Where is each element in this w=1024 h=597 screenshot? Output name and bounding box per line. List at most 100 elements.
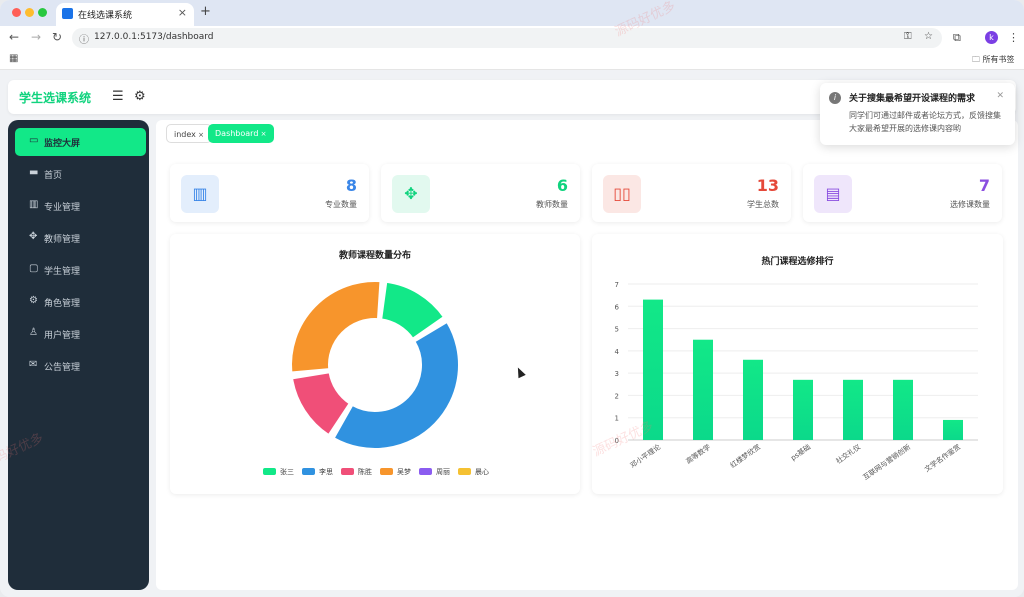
password-key-icon[interactable]: ⚿ — [904, 31, 912, 42]
bar[interactable] — [793, 379, 813, 440]
sidebar-item[interactable]: ▬ 首页 — [15, 160, 146, 188]
bookmark-star-icon[interactable]: ☆ — [924, 31, 933, 42]
stat-label: 专业数量 — [325, 200, 357, 209]
favicon-icon — [62, 8, 73, 19]
settings-gear-icon[interactable]: ⚙ — [134, 89, 146, 104]
site-info-icon[interactable]: ⓘ — [79, 31, 89, 46]
route-tag[interactable]: index × — [166, 124, 212, 143]
move-icon: ✥ — [29, 231, 38, 242]
popular-course-bar-card: 热门课程选修排行 0 1 2 3 4 5 6 7 邓小平理论 高等数学 红楼梦欣赏 ps基础 社交礼仪互… — [592, 234, 1003, 494]
book-icon: ▯▯ — [603, 175, 641, 213]
bar[interactable] — [693, 339, 713, 440]
all-bookmarks-link[interactable]: 🗀 所有书签 — [972, 54, 1015, 68]
pie-slice[interactable] — [332, 320, 460, 450]
gear-icon: ⚙ — [29, 295, 38, 306]
profile-avatar[interactable]: k — [985, 31, 998, 44]
close-tab-icon[interactable]: × — [178, 6, 187, 19]
y-tick-label: 2 — [615, 392, 619, 400]
stat-label: 教师数量 — [536, 200, 568, 209]
info-icon: i — [829, 92, 841, 104]
sidebar-item[interactable]: ▭ 监控大屏 — [15, 128, 146, 156]
bar[interactable] — [893, 379, 913, 440]
bar[interactable] — [743, 359, 763, 440]
minimize-window-button[interactable] — [25, 8, 34, 17]
x-tick-label: 社交礼仪 — [834, 442, 862, 465]
back-icon[interactable]: ← — [9, 30, 19, 44]
sidebar-item-label: 监控大屏 — [44, 139, 81, 149]
legend-swatch — [380, 468, 393, 475]
x-tick-label: 高等数学 — [684, 442, 712, 465]
legend-label: 晨心 — [475, 468, 489, 476]
route-tag[interactable]: Dashboard × — [208, 124, 274, 143]
sidebar-item-label: 学生管理 — [44, 267, 81, 277]
reload-icon[interactable]: ↻ — [52, 30, 62, 44]
stat-label: 学生总数 — [747, 200, 779, 209]
stat-value: 7 — [978, 176, 990, 195]
apps-grid-icon[interactable]: ▦ — [9, 53, 18, 64]
sidebar: ▭ 监控大屏 ▬ 首页 ▥ 专业管理 ✥ 教师管理 ▢ 学生管理 ⚙ 角色管理 ♙ 用户管理 ✉ 公告管理 — [8, 120, 149, 590]
x-tick-label: ps基础 — [789, 442, 812, 462]
brand-title: 学生选课系统 — [19, 91, 92, 105]
pie-slice[interactable] — [290, 280, 382, 374]
new-tab-button[interactable]: + — [200, 4, 211, 19]
stat-card: ▥ 8 专业数量 — [170, 164, 369, 222]
route-tag-label: index — [174, 130, 196, 139]
x-tick-label: 邓小平理论 — [628, 442, 662, 469]
menu-kebab-icon[interactable]: ⋮ — [1008, 31, 1019, 44]
briefcase-icon: ▢ — [29, 263, 39, 274]
sidebar-item[interactable]: ⚙ 角色管理 — [15, 288, 146, 316]
stat-value: 6 — [556, 176, 568, 195]
sidebar-item-label: 专业管理 — [44, 203, 81, 213]
bar[interactable] — [943, 419, 963, 440]
stat-card: ▯▯ 13 学生总数 — [592, 164, 791, 222]
mail-icon: ✉ — [29, 359, 38, 370]
y-tick-label: 1 — [615, 415, 619, 423]
close-tag-icon[interactable]: × — [196, 131, 204, 139]
sidebar-item-label: 公告管理 — [44, 363, 81, 373]
sidebar-item[interactable]: ✉ 公告管理 — [15, 352, 146, 380]
legend-swatch — [341, 468, 354, 475]
teacher-course-pie-card: 教师课程数量分布 张三 李思 陈胜 吴梦 周丽 晨心 — [170, 234, 580, 494]
bar[interactable] — [843, 379, 863, 440]
bookmarks-bar: ▦ 🗀 所有书签 — [0, 50, 1024, 70]
sidebar-item-label: 用户管理 — [44, 331, 81, 341]
pie-chart — [290, 280, 460, 450]
stat-value: 8 — [345, 176, 357, 195]
all-bookmarks-label: 所有书签 — [982, 55, 1015, 64]
stat-label: 选修课数量 — [950, 200, 990, 209]
building-icon: ▥ — [29, 199, 39, 210]
browser-tab[interactable]: 在线选课系统 × — [56, 3, 194, 26]
forward-icon[interactable]: → — [31, 30, 41, 44]
stat-card: ✥ 6 教师数量 — [381, 164, 580, 222]
legend-label: 吴梦 — [397, 468, 411, 476]
x-tick-label: 互联网与营销创新 — [861, 442, 912, 481]
y-tick-label: 7 — [615, 281, 619, 289]
sidebar-item[interactable]: ▥ 专业管理 — [15, 192, 146, 220]
desktop-icon: ▬ — [29, 167, 39, 178]
extensions-icon[interactable]: ⧉ — [953, 31, 961, 45]
user-icon: ♙ — [29, 327, 38, 338]
sidebar-item[interactable]: ✥ 教师管理 — [15, 224, 146, 252]
x-tick-label: 文学名作鉴赏 — [923, 442, 963, 473]
y-tick-label: 6 — [615, 303, 620, 311]
pie-chart-title: 教师课程数量分布 — [338, 251, 411, 261]
notification-popup: i 关于搜集最希望开设课程的需求 ✕ 同学们可通过邮件或者论坛方式，反馈搜集大家… — [820, 83, 1015, 145]
app-root: 学生选课系统 ☰ ⚙ ▭ 监控大屏 ▬ 首页 ▥ 专业管理 ✥ 教师管理 ▢ 学生管理 ⚙ 角色管理 ♙… — [0, 70, 1024, 597]
address-bar[interactable]: ⓘ 127.0.0.1:5173/dashboard ⚿ ☆ — [72, 28, 942, 48]
notebook-icon: ▤ — [814, 175, 852, 213]
y-tick-label: 4 — [615, 348, 620, 356]
maximize-window-button[interactable] — [38, 8, 47, 17]
menu-toggle-icon[interactable]: ☰ — [112, 89, 124, 104]
notification-body: 同学们可通过邮件或者论坛方式，反馈搜集大家最希望开展的选修课内容哟 — [849, 111, 1001, 133]
sidebar-item[interactable]: ♙ 用户管理 — [15, 320, 146, 348]
close-tag-icon[interactable]: × — [258, 130, 267, 138]
url-text: 127.0.0.1:5173/dashboard — [94, 32, 214, 42]
tab-title: 在线选课系统 — [78, 11, 133, 21]
legend-label: 李思 — [319, 468, 333, 476]
stat-value: 13 — [756, 176, 779, 195]
close-notification-icon[interactable]: ✕ — [996, 91, 1004, 101]
close-window-button[interactable] — [12, 8, 21, 17]
bar-chart: 01234567邓小平理论 高等数学 红楼梦欣赏 ps基础 社交礼仪 互联网与营销创新 文学… — [615, 281, 978, 482]
sidebar-item[interactable]: ▢ 学生管理 — [15, 256, 146, 284]
sidebar-item-label: 角色管理 — [44, 299, 81, 309]
